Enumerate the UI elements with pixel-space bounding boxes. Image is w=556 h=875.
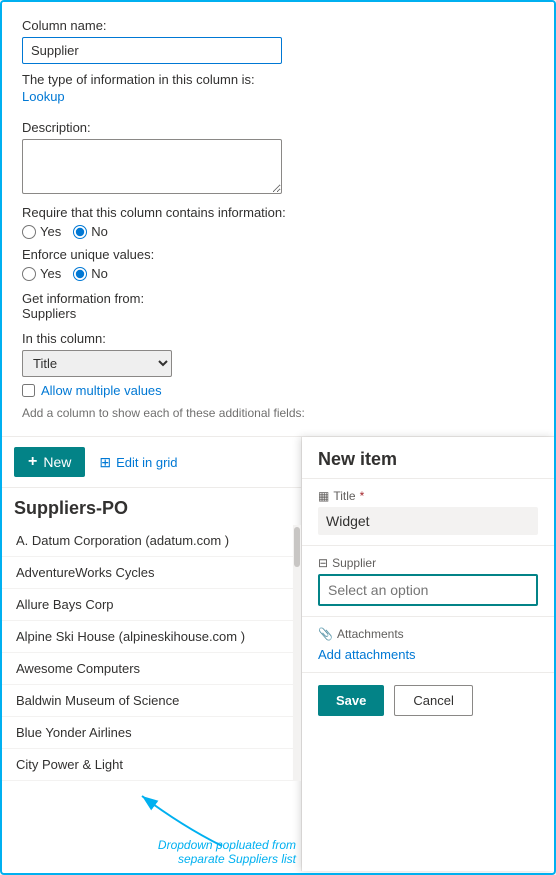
new-item-header: New item <box>302 437 554 479</box>
plus-icon: + <box>28 453 37 471</box>
require-yes-option[interactable]: Yes <box>22 224 61 239</box>
enforce-yes-label: Yes <box>40 266 61 281</box>
list-item[interactable]: AdventureWorks Cycles <box>2 557 301 589</box>
list-scroll[interactable]: A. Datum Corporation (adatum.com ) Adven… <box>2 525 301 781</box>
title-icon: ▦ <box>318 489 329 503</box>
annotation-area: Dropdown popluated from separate Supplie… <box>2 781 301 871</box>
enforce-label: Enforce unique values: <box>22 247 534 262</box>
list-item[interactable]: Baldwin Museum of Science <box>2 685 301 717</box>
edit-grid-label: Edit in grid <box>116 455 177 470</box>
list-item[interactable]: City Power & Light <box>2 749 301 781</box>
grid-icon: ⊞ <box>99 454 111 471</box>
attachments-section: 📎 Attachments Add attachments <box>302 617 554 673</box>
left-panel: + New ⊞ Edit in grid Suppliers-PO A. Dat… <box>2 437 302 871</box>
list-title: Suppliers-PO <box>2 488 301 525</box>
bottom-section: + New ⊞ Edit in grid Suppliers-PO A. Dat… <box>2 437 554 871</box>
top-form-section: Column name: The type of information in … <box>2 2 554 437</box>
require-radio-row: Yes No <box>22 224 534 239</box>
enforce-no-option[interactable]: No <box>73 266 108 281</box>
right-panel: New item ▦ Title * Widget ⊟ Supplier 📎 <box>302 437 554 871</box>
require-group: Require that this column contains inform… <box>22 205 534 239</box>
form-actions: Save Cancel <box>302 673 554 728</box>
title-field-label: ▦ Title * <box>318 489 538 503</box>
title-value: Widget <box>318 507 538 535</box>
edit-grid-button[interactable]: ⊞ Edit in grid <box>93 450 183 475</box>
get-info-label: Get information from: <box>22 291 534 306</box>
type-info-label: The type of information in this column i… <box>22 72 534 87</box>
supplier-field: ⊟ Supplier <box>302 546 554 617</box>
type-value: Lookup <box>22 89 534 104</box>
in-column-label: In this column: <box>22 331 534 346</box>
enforce-yes-option[interactable]: Yes <box>22 266 61 281</box>
in-column-select[interactable]: Title <box>22 350 172 377</box>
enforce-radio-row: Yes No <box>22 266 534 281</box>
annotation-text: Dropdown popluated from separate Supplie… <box>136 838 296 866</box>
main-container: Column name: The type of information in … <box>0 0 556 875</box>
allow-multiple-checkbox[interactable] <box>22 384 35 397</box>
list-item[interactable]: Allure Bays Corp <box>2 589 301 621</box>
enforce-no-radio[interactable] <box>73 267 87 281</box>
paperclip-icon: 📎 <box>318 627 333 641</box>
title-field: ▦ Title * Widget <box>302 479 554 546</box>
enforce-no-label: No <box>91 266 108 281</box>
require-yes-label: Yes <box>40 224 61 239</box>
column-name-label: Column name: <box>22 18 534 33</box>
description-label: Description: <box>22 120 534 135</box>
new-button[interactable]: + New <box>14 447 85 477</box>
scroll-track[interactable] <box>293 525 301 781</box>
allow-multiple-row[interactable]: Allow multiple values <box>22 383 534 398</box>
scroll-thumb <box>294 527 300 567</box>
get-info-value: Suppliers <box>22 306 534 321</box>
enforce-group: Enforce unique values: Yes No <box>22 247 534 281</box>
toolbar: + New ⊞ Edit in grid <box>2 437 301 488</box>
save-button[interactable]: Save <box>318 685 384 716</box>
require-label: Require that this column contains inform… <box>22 205 534 220</box>
list-item[interactable]: A. Datum Corporation (adatum.com ) <box>2 525 301 557</box>
require-no-option[interactable]: No <box>73 224 108 239</box>
add-column-hint: Add a column to show each of these addit… <box>22 406 534 420</box>
require-no-label: No <box>91 224 108 239</box>
enforce-yes-radio[interactable] <box>22 267 36 281</box>
add-attachments-button[interactable]: Add attachments <box>318 647 416 662</box>
column-name-input[interactable] <box>22 37 282 64</box>
allow-multiple-label: Allow multiple values <box>41 383 162 398</box>
supplier-icon: ⊟ <box>318 556 328 570</box>
supplier-select-input[interactable] <box>318 574 538 606</box>
list-item[interactable]: Blue Yonder Airlines <box>2 717 301 749</box>
cancel-button[interactable]: Cancel <box>394 685 472 716</box>
attachments-label: 📎 Attachments <box>318 627 538 641</box>
require-no-radio[interactable] <box>73 225 87 239</box>
title-required: * <box>360 489 365 503</box>
list-item[interactable]: Alpine Ski House (alpineskihouse.com ) <box>2 621 301 653</box>
require-yes-radio[interactable] <box>22 225 36 239</box>
supplier-field-label: ⊟ Supplier <box>318 556 538 570</box>
description-textarea[interactable] <box>22 139 282 194</box>
new-button-label: New <box>43 454 71 470</box>
list-item[interactable]: Awesome Computers <box>2 653 301 685</box>
